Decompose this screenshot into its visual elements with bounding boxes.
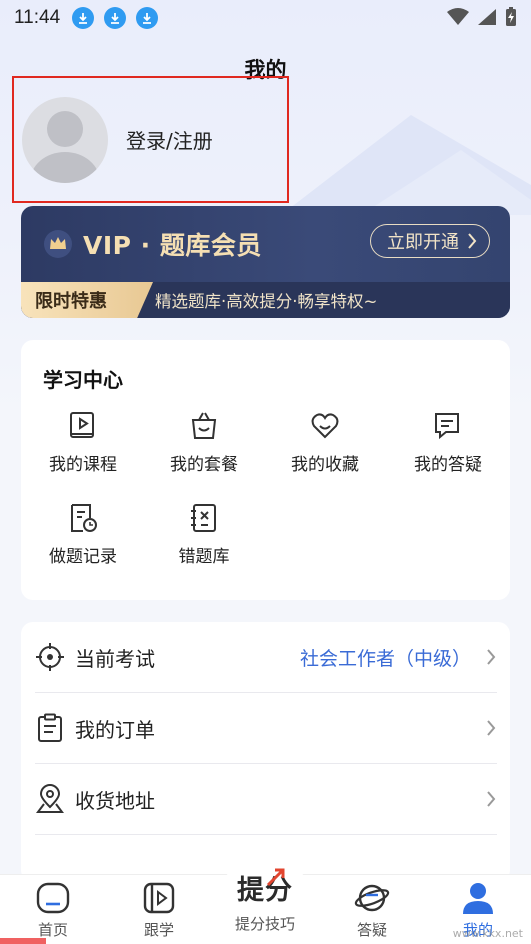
grid-item-my-packages[interactable]: 我的套餐 xyxy=(144,410,264,475)
grid-item-label: 我的收藏 xyxy=(291,455,359,475)
login-register-link[interactable]: 登录/注册 xyxy=(126,125,213,154)
corner-decoration xyxy=(0,938,46,944)
qa-icon xyxy=(435,413,459,440)
record-icon xyxy=(71,504,97,532)
favorite-icon xyxy=(311,413,339,439)
list-item-label: 当前考试 xyxy=(75,646,155,671)
wrong-questions-icon xyxy=(191,504,216,532)
crown-icon xyxy=(44,230,72,258)
avatar[interactable] xyxy=(22,96,108,183)
vip-open-button[interactable]: 立即开通 xyxy=(370,224,490,258)
download-icon xyxy=(104,7,127,29)
list-item-shipping-address[interactable]: 收货地址 xyxy=(35,764,497,834)
status-bar: 11:44 xyxy=(0,0,531,36)
grid-item-label: 我的套餐 xyxy=(170,455,238,475)
video-icon xyxy=(143,882,175,914)
current-exam-value: 社会工作者（中级） xyxy=(299,647,471,670)
vip-card[interactable]: VIP · 题库会员 立即开通 限时特惠 精选题库·高效提分·畅享特权~ xyxy=(21,206,510,318)
profile-login-area[interactable]: 登录/注册 xyxy=(12,76,289,203)
chevron-right-icon xyxy=(487,649,496,665)
grid-item-my-favorites[interactable]: 我的收藏 xyxy=(265,410,385,475)
nav-item-follow-study[interactable]: 跟学 xyxy=(119,881,199,940)
order-icon xyxy=(38,713,62,742)
vip-title: VIP · 题库会员 xyxy=(83,231,262,260)
nav-item-label: 提分技巧 xyxy=(234,915,295,933)
download-icon xyxy=(72,7,95,29)
list-item-label: 我的订单 xyxy=(75,717,155,742)
vip-description: 精选题库·高效提分·畅享特权~ xyxy=(155,292,378,311)
grid-item-practice-records[interactable]: 做题记录 xyxy=(23,502,143,567)
vip-limited-badge: 限时特惠 xyxy=(21,282,153,318)
grid-item-label: 我的课程 xyxy=(49,455,117,475)
list-item-label: 收货地址 xyxy=(75,788,155,813)
settings-list: 当前考试 社会工作者（中级） 我的订单 收货地址 xyxy=(21,622,510,882)
user-icon xyxy=(463,883,493,914)
nav-item-home[interactable]: 首页 xyxy=(13,881,93,940)
nav-item-label: 跟学 xyxy=(143,921,174,939)
planet-icon xyxy=(354,884,390,912)
list-item-my-orders[interactable]: 我的订单 xyxy=(35,693,497,763)
study-center-title: 学习中心 xyxy=(43,368,123,392)
course-icon xyxy=(70,412,94,438)
grid-item-my-courses[interactable]: 我的课程 xyxy=(23,410,143,475)
nav-item-label: 首页 xyxy=(37,921,68,939)
divider xyxy=(35,834,497,835)
tips-icon xyxy=(266,868,285,887)
signal-icon xyxy=(478,9,496,25)
list-item-current-exam[interactable]: 当前考试 社会工作者（中级） xyxy=(35,622,497,692)
location-icon xyxy=(36,784,64,813)
status-indicators xyxy=(447,7,517,27)
grid-item-label: 错题库 xyxy=(178,547,230,567)
status-time: 11:44 xyxy=(14,7,61,28)
grid-item-label: 我的答疑 xyxy=(414,455,482,475)
package-icon xyxy=(191,412,217,439)
target-icon xyxy=(36,643,64,671)
nav-item-label: 答疑 xyxy=(356,921,387,939)
vip-open-label: 立即开通 xyxy=(387,232,459,253)
grid-item-label: 做题记录 xyxy=(49,547,117,567)
home-icon xyxy=(36,882,70,914)
watermark: www.kkx.net xyxy=(452,927,523,940)
chevron-right-icon xyxy=(487,791,496,807)
chevron-right-icon xyxy=(468,233,477,249)
chevron-right-icon xyxy=(487,720,496,736)
nav-item-qa[interactable]: 答疑 xyxy=(332,881,412,940)
grid-item-my-qa[interactable]: 我的答疑 xyxy=(388,410,508,475)
battery-icon xyxy=(506,7,516,26)
study-center-card: 学习中心 我的课程 我的套餐 我的收藏 我的答疑 做题记录 错题库 xyxy=(21,340,510,600)
download-icon xyxy=(136,7,159,29)
grid-item-wrong-questions[interactable]: 错题库 xyxy=(144,502,264,567)
wifi-icon xyxy=(447,8,469,25)
